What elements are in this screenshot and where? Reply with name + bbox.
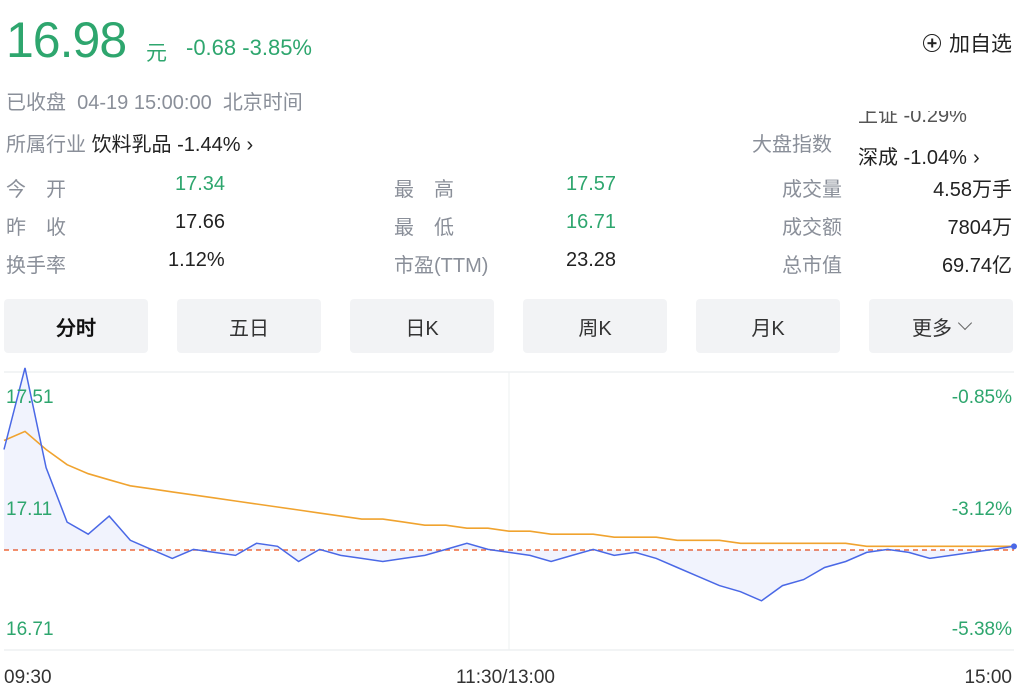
low-value: 16.71 bbox=[566, 211, 617, 233]
price-unit: 元 bbox=[146, 42, 167, 65]
add-watchlist-button[interactable]: 加自选 bbox=[923, 28, 1012, 58]
low-label: 最 低 bbox=[394, 217, 454, 239]
volume-value: 4.58万手 bbox=[933, 179, 1012, 201]
turnover-rate-value: 1.12% bbox=[168, 249, 225, 271]
plus-circle-icon bbox=[923, 34, 941, 52]
chevron-right-icon: › bbox=[972, 147, 980, 169]
prev-close-label: 昨 收 bbox=[6, 217, 66, 239]
industry-link[interactable]: 饮料乳品 -1.44% › bbox=[92, 134, 254, 156]
index-ticker-partial: 上证 -0.29% bbox=[858, 111, 1008, 123]
tab-weekly-k[interactable]: 周K bbox=[523, 299, 667, 353]
price-change: -0.68 -3.85% bbox=[186, 35, 312, 61]
industry-row: 所属行业 饮料乳品 -1.44% › bbox=[6, 128, 253, 157]
last-price: 16.98 bbox=[6, 12, 127, 68]
industry-value: 饮料乳品 -1.44% bbox=[91, 134, 241, 156]
tab-intraday[interactable]: 分时 bbox=[4, 299, 148, 353]
chevron-right-icon: › bbox=[246, 134, 254, 156]
y-tick-left-top: 17.51 bbox=[6, 387, 54, 408]
amount-value: 7804万 bbox=[947, 217, 1013, 239]
amount-label: 成交额 bbox=[782, 217, 842, 239]
y-tick-right-mid: -3.12% bbox=[951, 499, 1012, 520]
index-value: 深成 -1.04% bbox=[858, 147, 967, 169]
index-label: 大盘指数 bbox=[752, 134, 832, 156]
volume-label: 成交量 bbox=[782, 179, 842, 201]
period-tabs: 分时 五日 日K 周K 月K 更多 bbox=[4, 299, 1014, 353]
market-status: 已收盘 04-19 15:00:00 北京时间 bbox=[6, 86, 303, 115]
market-cap-label: 总市值 bbox=[782, 255, 842, 277]
market-cap-value: 69.74亿 bbox=[941, 255, 1012, 277]
x-tick-midday: 11:30/13:00 bbox=[456, 667, 555, 688]
industry-label: 所属行业 bbox=[6, 134, 86, 156]
open-label: 今 开 bbox=[6, 179, 66, 201]
intraday-chart[interactable] bbox=[0, 366, 1024, 666]
x-tick-open: 09:30 bbox=[4, 667, 52, 688]
index-link[interactable]: 深成 -1.04% › bbox=[858, 141, 980, 170]
chevron-down-icon bbox=[957, 315, 973, 331]
tab-daily-k[interactable]: 日K bbox=[350, 299, 494, 353]
y-tick-right-bottom: -5.38% bbox=[951, 619, 1012, 640]
more-label: 更多 bbox=[912, 317, 952, 340]
last-price-point bbox=[1011, 543, 1017, 550]
high-value: 17.57 bbox=[566, 173, 617, 195]
add-watchlist-label: 加自选 bbox=[949, 33, 1012, 56]
turnover-rate-label: 换手率 bbox=[6, 255, 66, 277]
status-text: 已收盘 bbox=[6, 92, 66, 114]
timestamp: 04-19 15:00:00 bbox=[77, 92, 212, 114]
index-partial-text: 上证 -0.29% bbox=[858, 111, 967, 123]
y-tick-right-top: -0.85% bbox=[951, 387, 1012, 408]
pe-label: 市盈(TTM) bbox=[394, 255, 489, 277]
change-amount: -0.68 bbox=[186, 35, 237, 60]
tab-five-day[interactable]: 五日 bbox=[177, 299, 321, 353]
timezone: 北京时间 bbox=[222, 92, 303, 114]
pe-value: 23.28 bbox=[566, 249, 617, 271]
x-tick-close: 15:00 bbox=[964, 667, 1012, 688]
open-value: 17.34 bbox=[175, 173, 226, 195]
tab-monthly-k[interactable]: 月K bbox=[696, 299, 840, 353]
high-label: 最 高 bbox=[394, 179, 454, 201]
y-tick-left-mid: 17.11 bbox=[6, 499, 53, 520]
y-tick-left-bottom: 16.71 bbox=[6, 619, 54, 640]
change-percent: -3.85% bbox=[242, 35, 312, 60]
prev-close-value: 17.66 bbox=[175, 211, 226, 233]
tab-more[interactable]: 更多 bbox=[869, 299, 1013, 353]
